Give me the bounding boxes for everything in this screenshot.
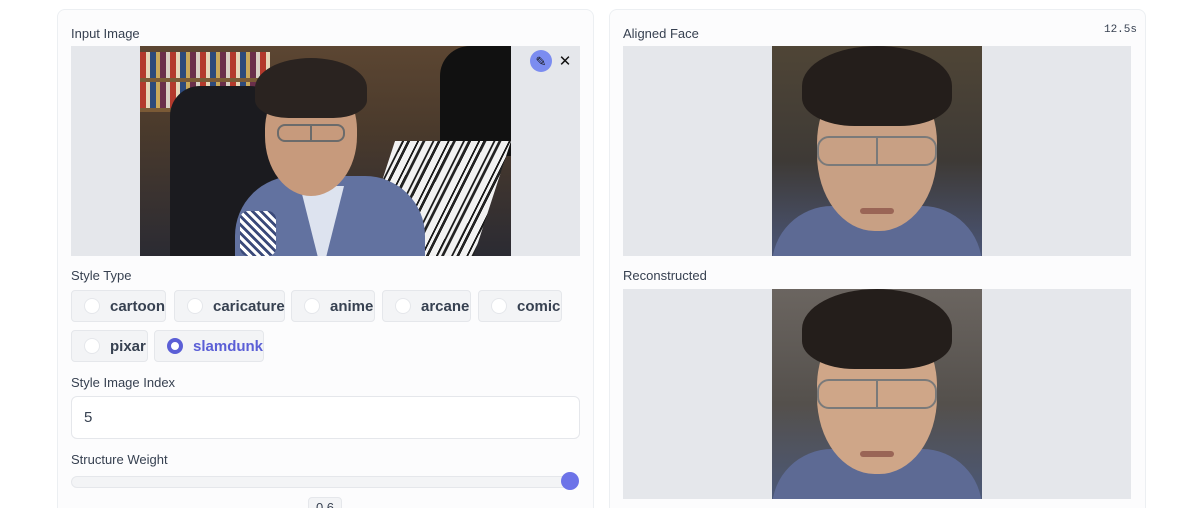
input-image-dropzone[interactable]: ✎ ✕ bbox=[71, 46, 580, 256]
radio-label: pixar bbox=[110, 337, 146, 355]
close-icon[interactable]: ✕ bbox=[554, 50, 576, 72]
reconstructed-image bbox=[772, 289, 982, 499]
input-image-label: Input Image bbox=[71, 26, 140, 41]
radio-cartoon[interactable]: cartoon bbox=[71, 290, 166, 322]
radio-anime[interactable]: anime bbox=[291, 290, 375, 322]
reconstructed-label: Reconstructed bbox=[623, 268, 707, 283]
aligned-face-image bbox=[772, 46, 982, 256]
reconstructed-image-container bbox=[623, 289, 1131, 499]
radio-circle-icon bbox=[187, 298, 203, 314]
structure-weight-slider[interactable] bbox=[71, 476, 569, 488]
pencil-icon[interactable]: ✎ bbox=[530, 50, 552, 72]
radio-pixar[interactable]: pixar bbox=[71, 330, 148, 362]
style-image-index-input[interactable] bbox=[71, 396, 580, 439]
radio-caricature[interactable]: caricature bbox=[174, 290, 285, 322]
aligned-face-image-container bbox=[623, 46, 1131, 256]
output-panel: Aligned Face 12.5s Reconstructed bbox=[609, 9, 1146, 508]
radio-label: cartoon bbox=[110, 297, 166, 315]
radio-circle-icon bbox=[395, 298, 411, 314]
radio-slamdunk[interactable]: slamdunk bbox=[154, 330, 264, 362]
radio-circle-icon bbox=[84, 298, 100, 314]
radio-circle-icon bbox=[491, 298, 507, 314]
timer-text: 12.5s bbox=[1103, 24, 1137, 36]
input-panel: Input Image ✎ ✕ Style Type cartoon caric… bbox=[57, 9, 594, 508]
radio-label: anime bbox=[330, 297, 374, 315]
radio-checked-icon bbox=[167, 338, 183, 354]
style-image-index-label: Style Image Index bbox=[71, 375, 176, 390]
structure-weight-label: Structure Weight bbox=[71, 452, 168, 467]
slider-handle[interactable] bbox=[561, 472, 579, 490]
radio-circle-icon bbox=[304, 298, 320, 314]
radio-label: arcane bbox=[421, 297, 470, 315]
radio-comic[interactable]: comic bbox=[478, 290, 562, 322]
structure-weight-value: 0.6 bbox=[308, 497, 342, 508]
style-type-label: Style Type bbox=[71, 268, 132, 283]
input-image bbox=[140, 46, 511, 256]
aligned-face-label: Aligned Face bbox=[623, 26, 699, 41]
radio-label: comic bbox=[517, 297, 561, 315]
radio-label: caricature bbox=[213, 297, 285, 315]
radio-arcane[interactable]: arcane bbox=[382, 290, 471, 322]
radio-label: slamdunk bbox=[193, 337, 264, 355]
radio-circle-icon bbox=[84, 338, 100, 354]
